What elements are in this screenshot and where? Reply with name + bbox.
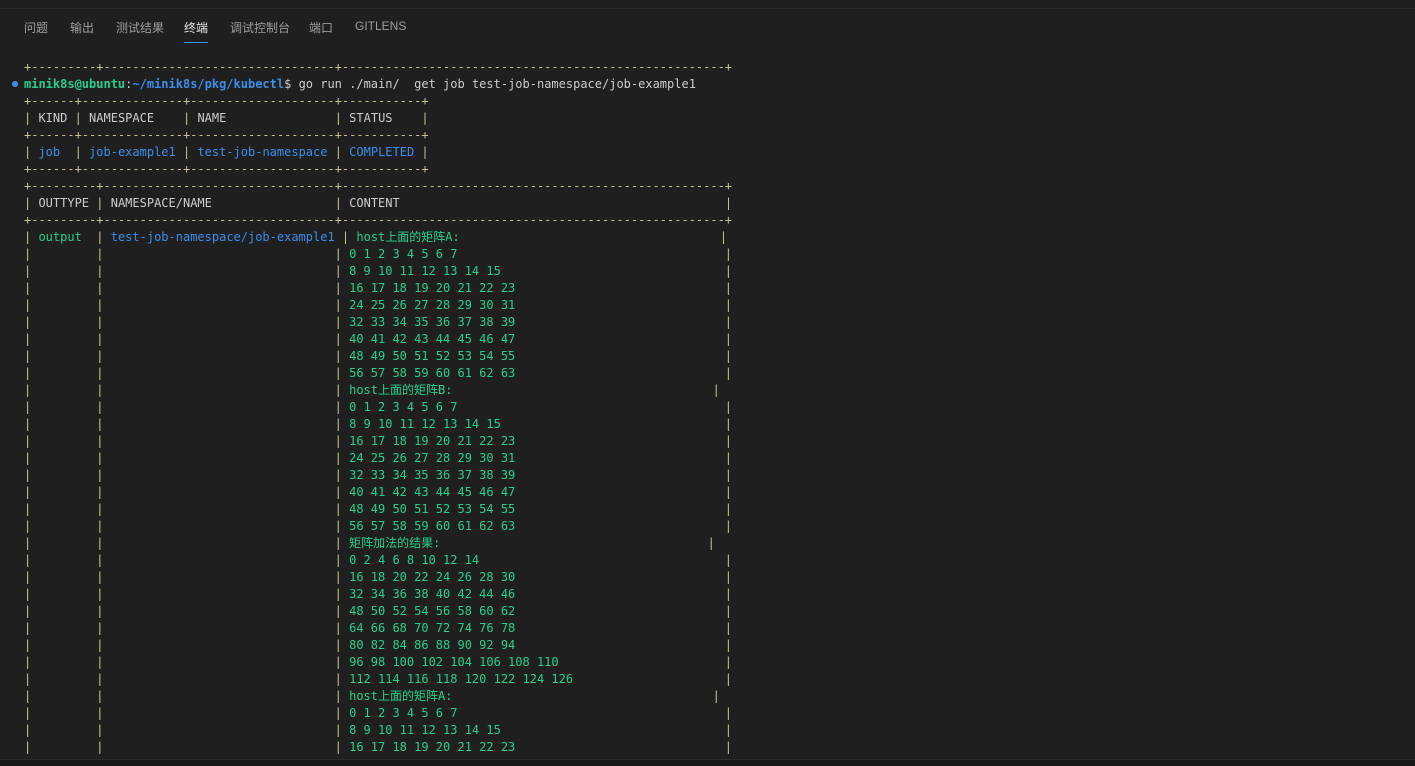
panel-tab-bar: 问题 输出 测试结果 终端 调试控制台 端口 GITLENS [0,9,1415,43]
table-header: NAME [197,111,328,125]
output-row: | | | 矩阵加法的结果: | [24,536,715,550]
content-line: 8 9 10 11 12 13 14 15 [349,723,501,737]
output-row: | | | 16 18 20 22 24 26 28 30 | [24,570,733,584]
output-row: | | | 56 57 58 59 60 61 62 63 | [24,519,733,533]
output-row: | | | host上面的矩阵A: | [24,689,720,703]
output-row: | | | 8 9 10 11 12 13 14 15 | [24,417,733,431]
output-row: | | | 32 33 34 35 36 37 38 39 | [24,468,733,482]
output-row: | | | 24 25 26 27 28 29 30 31 | [24,298,733,312]
content-line: 64 66 68 70 72 74 76 78 [349,621,516,635]
content-line: 112 114 116 118 120 122 124 126 [349,672,574,686]
output-row: | | | 0 2 4 6 8 10 12 14 | [24,553,733,567]
table-cell: job [38,145,68,159]
output-row: | | | 112 114 116 118 120 122 124 126 | [24,672,733,686]
table-header: OUTTYPE [38,196,90,210]
tab-ports[interactable]: 端口 [309,19,333,36]
table-header: CONTENT [349,196,718,210]
output-row: | | | 0 1 2 3 4 5 6 7 | [24,706,733,720]
table-border: +------+--------------+-----------------… [24,128,429,142]
output-row: | | | 32 33 34 35 36 37 38 39 | [24,315,733,329]
output-row: | | | 32 34 36 38 40 42 44 46 | [24,587,733,601]
output-row: | output | test-job-namespace/job-exampl… [24,230,728,244]
output-row: | | | 48 49 50 51 52 53 54 55 | [24,349,733,363]
content-line: 56 57 58 59 60 61 62 63 [349,519,516,533]
output-row: | | | 8 9 10 11 12 13 14 15 | [24,723,733,737]
content-line: 0 1 2 3 4 5 6 7 [349,400,458,414]
terminal-output[interactable]: +---------+-----------------------------… [24,59,732,756]
output-row: | | | 64 66 68 70 72 74 76 78 | [24,621,733,635]
content-line: 16 17 18 19 20 21 22 23 [349,434,516,448]
output-row: | | | 16 17 18 19 20 21 22 23 | [24,434,733,448]
output-row: | | | 80 82 84 86 88 90 92 94 | [24,638,733,652]
tab-gitlens[interactable]: GITLENS [355,19,406,33]
tab-terminal[interactable]: 终端 [184,19,209,43]
content-line: 32 33 34 35 36 37 38 39 [349,315,516,329]
content-line: 48 49 50 51 52 53 54 55 [349,502,516,516]
output-row: | | | 56 57 58 59 60 61 62 63 | [24,366,733,380]
table-cell: COMPLETED [349,145,415,159]
table-border: +---------+-----------------------------… [24,60,733,74]
content-line: 16 17 18 19 20 21 22 23 [349,740,516,754]
output-row: | | | 0 1 2 3 4 5 6 7 | [24,400,733,414]
output-row: | | | 0 1 2 3 4 5 6 7 | [24,247,733,261]
output-row: | | | 96 98 100 102 104 106 108 110 | [24,655,733,669]
output-row: | | | 16 17 18 19 20 21 22 23 | [24,281,733,295]
table-header-row: | KIND | NAMESPACE | NAME | STATUS | [24,111,429,125]
table-border: +---------+-----------------------------… [24,179,733,193]
content-line: 80 82 84 86 88 90 92 94 [349,638,516,652]
content-line: 48 49 50 51 52 53 54 55 [349,349,516,363]
output-row: | | | host上面的矩阵B: | [24,383,720,397]
name-cell: test-job-namespace/job-example1 [110,230,335,244]
table-cell: job-example1 [89,145,176,159]
table-border: +------+--------------+-----------------… [24,94,429,108]
content-line: 8 9 10 11 12 13 14 15 [349,264,501,278]
content-line: 24 25 26 27 28 29 30 31 [349,298,516,312]
table-header: NAMESPACE/NAME [110,196,328,210]
tab-problems[interactable]: 问题 [24,19,48,36]
tab-output[interactable]: 输出 [70,19,94,36]
output-row: | | | 24 25 26 27 28 29 30 31 | [24,451,733,465]
content-line: 0 1 2 3 4 5 6 7 [349,247,458,261]
output-row: | | | 48 49 50 51 52 53 54 55 | [24,502,733,516]
outtype-cell: output [38,230,90,244]
output-row: | | | 48 50 52 54 56 58 60 62 | [24,604,733,618]
output-row: | | | 40 41 42 43 44 45 46 47 | [24,485,733,499]
content-line: host上面的矩阵B: [349,383,453,397]
table-header-row: | OUTTYPE | NAMESPACE/NAME | CONTENT | [24,196,733,210]
command-decoration-dot-icon[interactable] [12,81,18,87]
output-row: | | | 8 9 10 11 12 13 14 15 | [24,264,733,278]
table-header: KIND [38,111,68,125]
prompt-line: minik8s@ubuntu:~/minik8s/pkg/kubectl$ go… [24,77,696,91]
content-line: 40 41 42 43 44 45 46 47 [349,485,516,499]
content-line: 32 33 34 35 36 37 38 39 [349,468,516,482]
content-line: 16 18 20 22 24 26 28 30 [349,570,516,584]
table-cell: test-job-namespace [197,145,328,159]
tab-test-results[interactable]: 测试结果 [116,19,164,36]
content-line: 48 50 52 54 56 58 60 62 [349,604,516,618]
content-line: 0 1 2 3 4 5 6 7 [349,706,458,720]
prompt-user: minik8s@ubuntu [24,77,126,91]
content-line: 24 25 26 27 28 29 30 31 [349,451,516,465]
content-line: 32 34 36 38 40 42 44 46 [349,587,516,601]
content-line: 8 9 10 11 12 13 14 15 [349,417,501,431]
content-line: host上面的矩阵A: [349,689,453,703]
content-line: 40 41 42 43 44 45 46 47 [349,332,516,346]
table-border: +---------+-----------------------------… [24,213,733,227]
editor-top-strip [0,0,1415,9]
output-row: | | | 16 17 18 19 20 21 22 23 | [24,740,733,754]
table-row: | job | job-example1 | test-job-namespac… [24,145,429,159]
content-line: host上面的矩阵A: [356,230,460,244]
output-row: | | | 40 41 42 43 44 45 46 47 | [24,332,733,346]
content-line: 96 98 100 102 104 106 108 110 [349,655,559,669]
content-line: 矩阵加法的结果: [349,536,441,550]
content-line: 0 2 4 6 8 10 12 14 [349,553,480,567]
tab-debug-console[interactable]: 调试控制台 [230,19,290,36]
prompt-path: ~/minik8s/pkg/kubectl [132,77,285,91]
table-border: +------+--------------+-----------------… [24,162,429,176]
content-line: 16 17 18 19 20 21 22 23 [349,281,516,295]
content-line: 56 57 58 59 60 61 62 63 [349,366,516,380]
prompt-command: go run ./main/ get job test-job-namespac… [298,77,696,91]
table-header: NAMESPACE [89,111,176,125]
table-header: STATUS [349,111,415,125]
